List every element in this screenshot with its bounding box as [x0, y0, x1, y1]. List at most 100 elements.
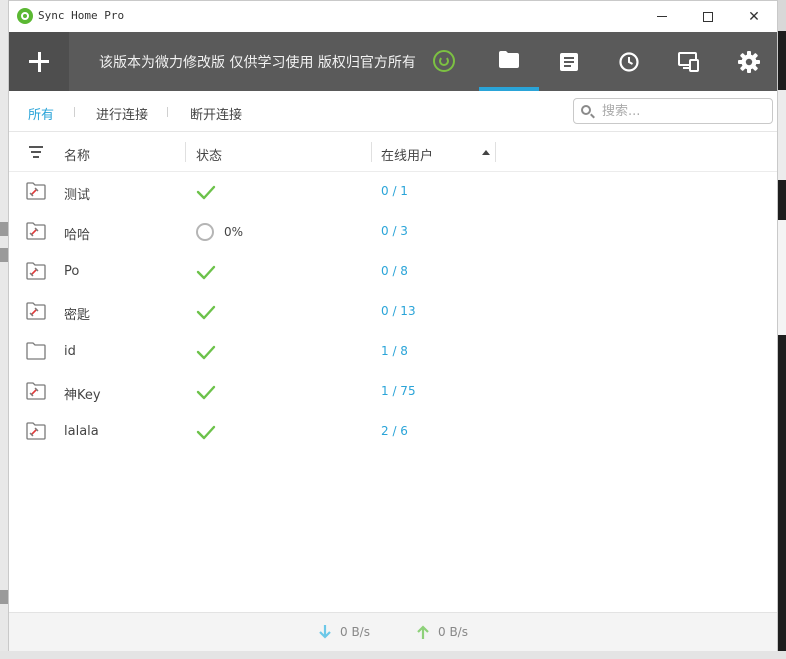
sync-status — [196, 262, 216, 282]
broken-folder-icon — [26, 262, 46, 280]
table-row[interactable]: 神Key 1 / 75 — [9, 372, 777, 412]
broken-folder-icon — [26, 422, 46, 440]
minimize-icon — [657, 16, 667, 17]
divider — [74, 107, 75, 117]
app-window: Sync Home Pro ✕ 该版本为微力修改版 仅供学习使用 版权归官方所有 — [8, 0, 778, 651]
divider — [167, 107, 168, 117]
desktop-fragment — [0, 248, 8, 262]
search-icon — [581, 105, 591, 115]
online-users-count[interactable]: 0 / 8 — [381, 264, 408, 278]
online-users-count[interactable]: 1 / 75 — [381, 384, 416, 398]
tab-logs[interactable] — [539, 32, 599, 91]
tab-folders[interactable] — [479, 32, 539, 91]
table-header: 名称 状态 在线用户 — [9, 132, 777, 172]
desktop-fragment — [0, 590, 8, 604]
filter-tab-connecting[interactable]: 进行连接 — [96, 104, 148, 123]
status-bar: 0 B/s 0 B/s — [9, 612, 777, 651]
search-box[interactable] — [573, 98, 773, 124]
check-icon — [196, 342, 216, 362]
title-bar: Sync Home Pro ✕ — [9, 1, 777, 32]
close-button[interactable]: ✕ — [731, 1, 777, 32]
online-users-count[interactable]: 0 / 3 — [381, 224, 408, 238]
sort-ascending-icon[interactable] — [482, 150, 490, 155]
download-rate: 0 B/s — [340, 625, 370, 639]
column-divider[interactable] — [495, 142, 496, 162]
online-users-count[interactable]: 0 / 1 — [381, 184, 408, 198]
folder-name: 神Key — [64, 388, 101, 403]
tab-devices[interactable] — [659, 32, 719, 91]
desktop-fragment — [0, 222, 8, 236]
table-row[interactable]: Po 0 / 8 — [9, 252, 777, 292]
table-row[interactable]: id 1 / 8 — [9, 332, 777, 372]
column-header-status[interactable]: 状态 — [196, 145, 222, 164]
folder-name: lalala — [64, 424, 99, 439]
filter-tab-disconnected[interactable]: 断开连接 — [190, 104, 242, 123]
broken-folder-icon — [26, 222, 46, 240]
sync-status: 0% — [196, 222, 243, 242]
desktop-fragment — [778, 0, 786, 31]
desktop-background-right — [778, 0, 786, 659]
search-input[interactable] — [602, 102, 762, 120]
broken-folder-icon — [26, 302, 46, 320]
folder-name: 测试 — [64, 188, 91, 203]
download-arrow-icon — [319, 625, 331, 639]
table-row[interactable]: 测试 0 / 1 — [9, 172, 777, 212]
tab-history[interactable] — [599, 32, 659, 91]
maximize-icon — [703, 11, 713, 22]
desktop-fragment — [778, 90, 786, 180]
minimize-button[interactable] — [639, 1, 685, 32]
folder-icon — [26, 342, 46, 360]
folder-name: id — [64, 344, 76, 359]
folder-list: 测试 0 / 1 哈哈 0% 0 / 3 Po 0 / 8 密匙 0 / 13 id 1 / 8 神K… — [9, 172, 777, 452]
sync-status-icon[interactable] — [433, 50, 455, 72]
check-icon — [196, 302, 216, 322]
desktop-background-left — [0, 0, 8, 659]
window-title: Sync Home Pro — [38, 9, 125, 22]
app-logo-icon — [17, 8, 33, 24]
tab-settings[interactable] — [719, 32, 779, 91]
broken-folder-icon — [26, 382, 46, 400]
column-header-online-users[interactable]: 在线用户 — [381, 145, 433, 164]
upload-rate: 0 B/s — [438, 625, 468, 639]
sync-status — [196, 302, 216, 322]
column-header-name[interactable]: 名称 — [64, 145, 90, 164]
gear-icon — [738, 50, 760, 73]
desktop-fragment — [778, 220, 786, 335]
close-icon: ✕ — [748, 8, 760, 25]
check-icon — [196, 422, 216, 442]
notice-banner: 该版本为微力修改版 仅供学习使用 版权归官方所有 — [99, 55, 416, 71]
check-icon — [196, 262, 216, 282]
filter-tab-all[interactable]: 所有 — [28, 104, 54, 123]
table-row[interactable]: 密匙 0 / 13 — [9, 292, 777, 332]
broken-folder-icon — [26, 182, 46, 200]
table-row[interactable]: 哈哈 0% 0 / 3 — [9, 212, 777, 252]
sync-status — [196, 182, 216, 202]
check-icon — [196, 182, 216, 202]
upload-arrow-icon — [417, 625, 429, 639]
column-divider[interactable] — [371, 142, 372, 162]
folder-name: 哈哈 — [64, 228, 91, 243]
sync-status — [196, 422, 216, 442]
folder-icon — [499, 51, 519, 68]
filter-icon[interactable] — [29, 146, 43, 158]
folder-name: 密匙 — [64, 308, 91, 323]
sync-status — [196, 382, 216, 402]
main-toolbar: 该版本为微力修改版 仅供学习使用 版权归官方所有 — [9, 32, 777, 91]
add-folder-button[interactable] — [9, 32, 69, 91]
devices-icon — [678, 51, 699, 72]
online-users-count[interactable]: 0 / 13 — [381, 304, 416, 318]
clock-icon — [619, 51, 639, 72]
progress-ring-icon — [196, 223, 214, 241]
maximize-button[interactable] — [685, 1, 731, 32]
online-users-count[interactable]: 2 / 6 — [381, 424, 408, 438]
desktop-background-bottom — [0, 651, 786, 659]
table-row[interactable]: lalala 2 / 6 — [9, 412, 777, 452]
folder-name: Po — [64, 264, 80, 279]
filter-bar: 所有 进行连接 断开连接 — [9, 91, 777, 132]
online-users-count[interactable]: 1 / 8 — [381, 344, 408, 358]
sync-status — [196, 342, 216, 362]
column-divider[interactable] — [185, 142, 186, 162]
document-icon — [560, 52, 578, 71]
check-icon — [196, 382, 216, 402]
sync-progress-percent: 0% — [224, 225, 244, 239]
